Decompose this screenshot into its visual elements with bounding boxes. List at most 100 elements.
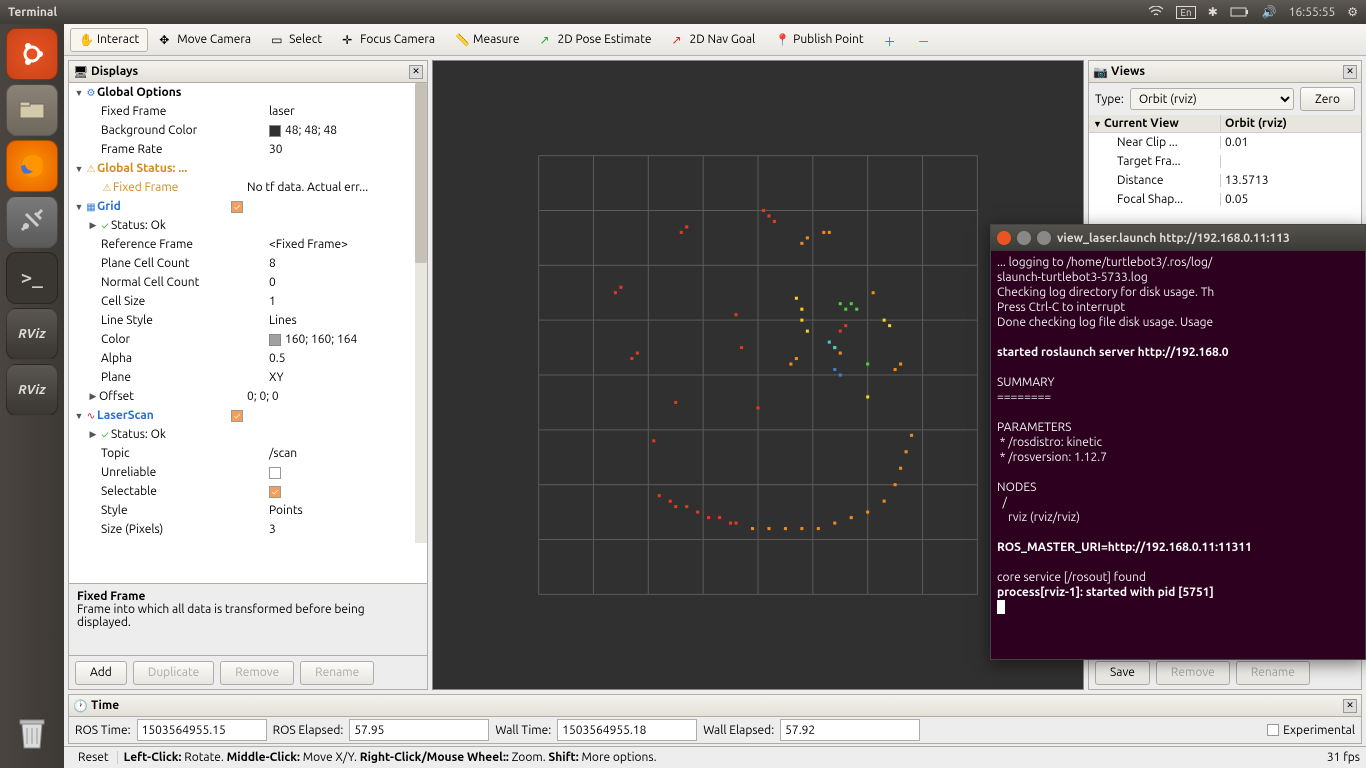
- laserscan-icon: ∿: [85, 410, 97, 422]
- tool-2d-nav-goal[interactable]: ↗2D Nav Goal: [663, 28, 765, 52]
- close-icon[interactable]: ✕: [1343, 65, 1357, 79]
- wall-elapsed-input[interactable]: [780, 719, 920, 741]
- pin-icon: 📍: [775, 33, 789, 47]
- grid-icon: ▦: [85, 201, 97, 213]
- expand-toggle[interactable]: ▼: [73, 164, 85, 174]
- bluetooth-icon[interactable]: ✱: [1208, 5, 1218, 19]
- rename-button[interactable]: Rename: [300, 661, 374, 685]
- time-header[interactable]: 🕐 Time ✕: [69, 695, 1361, 717]
- view-type-select[interactable]: Orbit (rviz): [1130, 88, 1294, 110]
- zero-button[interactable]: Zero: [1300, 87, 1355, 111]
- displays-header[interactable]: 🖥 Displays ✕: [69, 61, 427, 83]
- battery-icon[interactable]: [1230, 7, 1250, 17]
- check-icon: ✓: [99, 429, 111, 441]
- tool-interact[interactable]: ✋Interact: [70, 28, 148, 52]
- arrow-red-icon: ↗: [672, 33, 686, 47]
- add-button[interactable]: Add: [75, 661, 127, 685]
- expand-toggle[interactable]: ▼: [73, 202, 85, 212]
- expand-toggle[interactable]: ▶: [87, 391, 99, 402]
- viewport-3d[interactable]: [432, 60, 1084, 690]
- window-title: Terminal: [8, 6, 57, 19]
- color-swatch: [269, 334, 281, 346]
- gear-blue-icon: ⚙: [85, 87, 97, 99]
- rename-button[interactable]: Rename: [1236, 661, 1310, 685]
- scrollbar[interactable]: [415, 83, 427, 543]
- remove-button[interactable]: Remove: [220, 661, 294, 685]
- arrow-green-icon: ↗: [539, 33, 553, 47]
- tool-focus-camera[interactable]: ✛Focus Camera: [333, 28, 444, 52]
- gear-icon[interactable]: ⚙: [1347, 5, 1358, 19]
- launcher-trash[interactable]: [6, 708, 58, 760]
- launcher-ubuntu[interactable]: [6, 28, 58, 80]
- displays-buttons: Add Duplicate Remove Rename: [69, 655, 427, 689]
- launcher-settings[interactable]: [6, 196, 58, 248]
- checkbox[interactable]: ✓: [269, 486, 281, 498]
- language-indicator[interactable]: En: [1176, 6, 1195, 19]
- time-panel: 🕐 Time ✕ ROS Time: ROS Elapsed: Wall Tim…: [68, 694, 1362, 744]
- checkbox[interactable]: [269, 467, 281, 479]
- wall-time-input[interactable]: [557, 719, 697, 741]
- hand-icon: ✋: [79, 33, 93, 47]
- remove-button[interactable]: Remove: [1156, 661, 1230, 685]
- displays-tree[interactable]: ▼⚙Global Options Fixed Framelaser Backgr…: [69, 83, 427, 583]
- scrollbar-thumb[interactable]: [415, 83, 427, 263]
- tool-select[interactable]: ▭Select: [262, 28, 331, 52]
- plus-icon: ＋: [884, 33, 898, 47]
- launcher-firefox[interactable]: [6, 140, 58, 192]
- tool-add[interactable]: ＋: [875, 28, 907, 52]
- checkbox[interactable]: ✓: [231, 201, 243, 213]
- window-close-icon[interactable]: [997, 231, 1011, 245]
- views-buttons: Save Remove Rename: [1089, 655, 1361, 689]
- reset-button[interactable]: Reset: [70, 751, 118, 764]
- camera-icon: 📷: [1093, 65, 1107, 79]
- clock-icon: 🕐: [73, 699, 87, 713]
- views-tree-row[interactable]: Target Fra...: [1089, 152, 1361, 171]
- wifi-icon[interactable]: [1148, 6, 1164, 18]
- tool-2d-pose-estimate[interactable]: ↗2D Pose Estimate: [530, 28, 660, 52]
- unity-launcher: >_ RViz RViz: [0, 24, 64, 768]
- checkbox[interactable]: ✓: [231, 410, 243, 422]
- experimental-toggle[interactable]: Experimental: [1267, 724, 1355, 737]
- ros-elapsed-input[interactable]: [349, 719, 489, 741]
- status-hint: Left-Click: Rotate. Middle-Click: Move X…: [124, 751, 657, 764]
- terminal-body[interactable]: ... logging to /home/turtlebot3/.ros/log…: [991, 251, 1365, 622]
- tool-remove[interactable]: －: [909, 28, 941, 52]
- terminal-window[interactable]: view_laser.launch http://192.168.0.11:11…: [990, 224, 1366, 660]
- tool-publish-point[interactable]: 📍Publish Point: [766, 28, 872, 52]
- warning-icon: ⚠: [101, 182, 113, 194]
- expand-toggle[interactable]: ▶: [87, 220, 99, 231]
- launcher-terminal[interactable]: >_: [6, 252, 58, 304]
- views-type-row: Type: Orbit (rviz) Zero: [1089, 83, 1361, 115]
- clock[interactable]: 16:55:55: [1289, 6, 1336, 19]
- launcher-rviz-2[interactable]: RViz: [6, 364, 58, 416]
- ros-time-input[interactable]: [137, 719, 267, 741]
- launcher-rviz-1[interactable]: RViz: [6, 308, 58, 360]
- checkbox[interactable]: [1267, 724, 1279, 736]
- duplicate-button[interactable]: Duplicate: [133, 661, 214, 685]
- expand-toggle[interactable]: ▼: [73, 88, 85, 98]
- window-minimize-icon[interactable]: [1017, 231, 1031, 245]
- color-swatch: [269, 125, 281, 137]
- views-tree-row[interactable]: Focal Shap...0.05: [1089, 190, 1361, 209]
- save-button[interactable]: Save: [1095, 661, 1150, 685]
- terminal-titlebar[interactable]: view_laser.launch http://192.168.0.11:11…: [991, 225, 1365, 251]
- expand-toggle[interactable]: ▼: [73, 411, 85, 421]
- window-maximize-icon[interactable]: [1037, 231, 1051, 245]
- launcher-files[interactable]: [6, 84, 58, 136]
- tool-measure[interactable]: 📏Measure: [446, 28, 528, 52]
- expand-toggle[interactable]: ▶: [87, 429, 99, 440]
- close-icon[interactable]: ✕: [409, 65, 423, 79]
- move-icon: ✥: [159, 33, 173, 47]
- views-header[interactable]: 📷 Views ✕: [1089, 61, 1361, 83]
- os-top-bar: Terminal En ✱ 🔊 16:55:55 ⚙: [0, 0, 1366, 24]
- select-icon: ▭: [271, 33, 285, 47]
- monitor-icon: 🖥: [73, 65, 87, 79]
- close-icon[interactable]: ✕: [1343, 699, 1357, 713]
- focus-icon: ✛: [342, 33, 356, 47]
- volume-icon[interactable]: 🔊: [1262, 5, 1277, 19]
- views-tree-row[interactable]: Near Clip ...0.01: [1089, 133, 1361, 152]
- views-tree-row[interactable]: Distance13.5713: [1089, 171, 1361, 190]
- tool-move-camera[interactable]: ✥Move Camera: [150, 28, 260, 52]
- system-tray: En ✱ 🔊 16:55:55 ⚙: [1148, 5, 1358, 19]
- ruler-icon: 📏: [455, 33, 469, 47]
